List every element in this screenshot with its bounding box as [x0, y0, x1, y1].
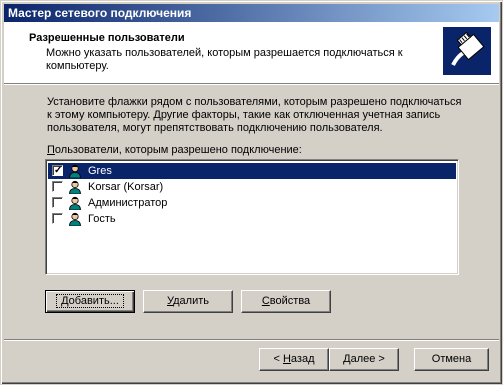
checkbox-gres[interactable]: ✓	[52, 165, 63, 176]
list-item-guest[interactable]: Гость	[48, 211, 456, 227]
checkbox-korsar[interactable]	[52, 181, 63, 192]
title-bar[interactable]: Мастер сетевого подключения	[4, 4, 499, 22]
list-item-label: Гость	[88, 213, 116, 225]
user-icon	[69, 164, 81, 178]
window-title: Мастер сетевого подключения	[8, 6, 192, 20]
header-divider	[4, 83, 499, 85]
list-item-label: Gres	[88, 165, 112, 177]
properties-button[interactable]: Свойства	[241, 290, 331, 313]
list-item-label: Администратор	[88, 197, 168, 209]
list-item-label: Korsar (Korsar)	[88, 181, 164, 193]
back-button[interactable]: < Назад	[259, 348, 329, 371]
wizard-window: Мастер сетевого подключения Разрешенные …	[0, 0, 503, 385]
next-button[interactable]: Далее >	[329, 348, 399, 371]
page-description: Можно указать пользователей, которым раз…	[46, 47, 403, 72]
intro-text: Установите флажки рядом с пользователями…	[47, 96, 462, 134]
add-button[interactable]: Добавить...	[45, 290, 135, 313]
checkbox-guest[interactable]	[52, 213, 63, 224]
list-item-gres[interactable]: ✓ Gres	[48, 163, 456, 179]
user-icon	[69, 212, 81, 226]
list-item-korsar[interactable]: Korsar (Korsar)	[48, 179, 456, 195]
list-item-administrator[interactable]: Администратор	[48, 195, 456, 211]
check-mark-icon: ✓	[54, 165, 63, 176]
user-icon	[69, 180, 81, 194]
network-cable-icon	[443, 27, 491, 75]
page-title: Разрешенные пользователи	[29, 32, 185, 44]
cancel-button[interactable]: Отмена	[414, 348, 489, 371]
user-icon	[69, 196, 81, 210]
remove-button[interactable]: Удалить	[143, 290, 233, 313]
footer-divider	[4, 339, 499, 341]
checkbox-administrator[interactable]	[52, 197, 63, 208]
users-list-label: Пользователи, которым разрешено подключе…	[47, 144, 302, 156]
users-listbox[interactable]: ✓ Gres Korsar (Korsar) Администратор Гос…	[45, 159, 459, 275]
wizard-header: Разрешенные пользователи Можно указать п…	[4, 22, 499, 83]
